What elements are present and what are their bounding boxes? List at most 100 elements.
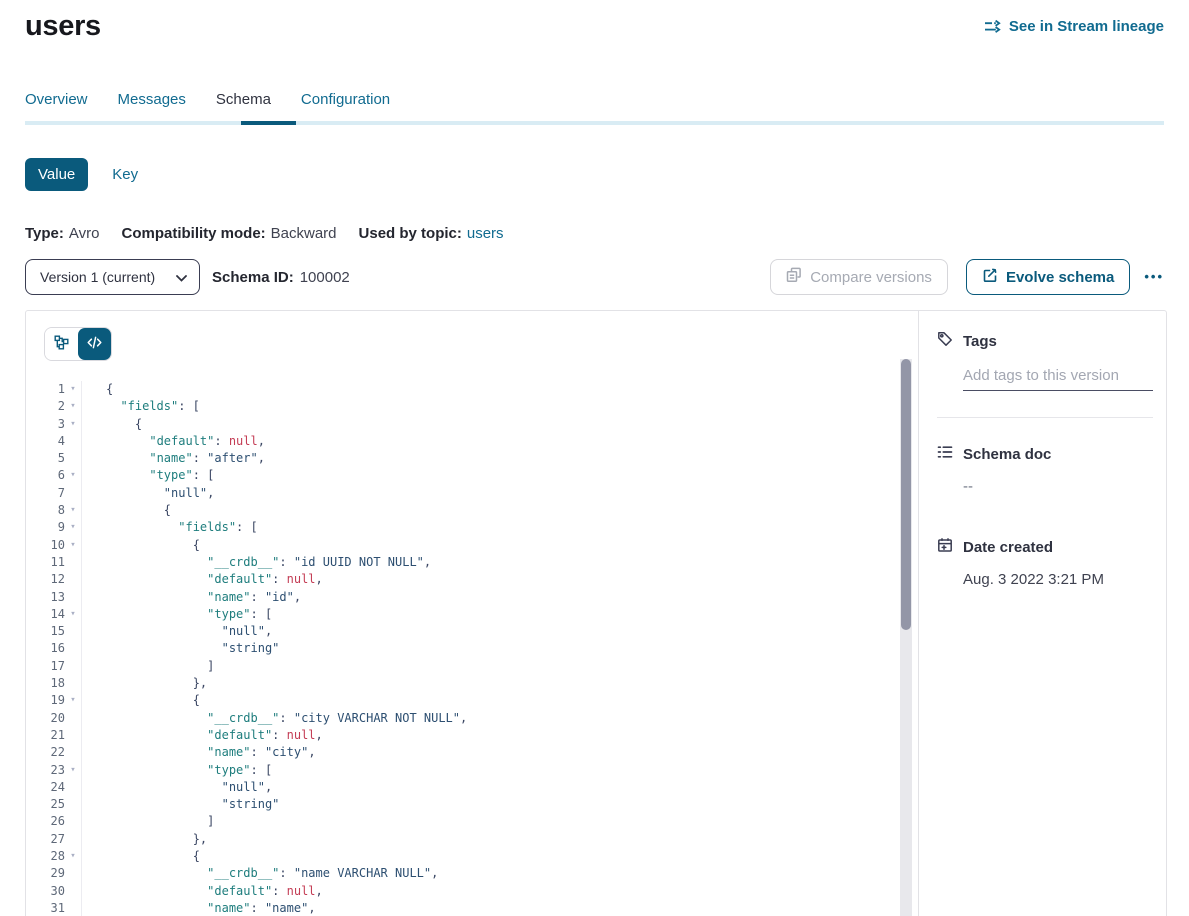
fold-toggle-icon[interactable]: ▾ bbox=[65, 467, 81, 484]
tab-underline-track bbox=[25, 121, 1164, 125]
tag-icon bbox=[937, 331, 953, 351]
line-number: 15 bbox=[26, 623, 65, 640]
line-number: 12 bbox=[26, 571, 65, 588]
code-line: 8▾{ bbox=[26, 502, 918, 519]
fold-spacer bbox=[65, 727, 81, 744]
stream-lineage-icon bbox=[984, 19, 1002, 34]
line-number: 17 bbox=[26, 658, 65, 675]
topic-link[interactable]: users bbox=[467, 225, 504, 242]
code-text: "type": [ bbox=[81, 467, 918, 484]
line-number: 25 bbox=[26, 796, 65, 813]
view-toggle-group bbox=[44, 327, 112, 361]
tab-overview[interactable]: Overview bbox=[25, 91, 88, 121]
line-number: 29 bbox=[26, 865, 65, 882]
compare-versions-label: Compare versions bbox=[810, 269, 932, 286]
date-created-title: Date created bbox=[963, 539, 1053, 556]
fold-spacer bbox=[65, 744, 81, 761]
code-text: { bbox=[81, 537, 918, 554]
code-text: "name": "id", bbox=[81, 589, 918, 606]
fold-toggle-icon[interactable]: ▾ bbox=[65, 381, 81, 398]
fold-spacer bbox=[65, 710, 81, 727]
code-view-button[interactable] bbox=[78, 328, 111, 360]
fold-toggle-icon[interactable]: ▾ bbox=[65, 848, 81, 865]
code-line: 14▾"type": [ bbox=[26, 606, 918, 623]
code-text: "name": "name", bbox=[81, 900, 918, 916]
fold-toggle-icon[interactable]: ▾ bbox=[65, 416, 81, 433]
tree-view-button[interactable] bbox=[45, 328, 78, 360]
code-line: 11"__crdb__": "id UUID NOT NULL", bbox=[26, 554, 918, 571]
used-by-topic: Used by topic: users bbox=[359, 225, 504, 242]
more-options-button[interactable]: ••• bbox=[1144, 259, 1164, 295]
tags-title: Tags bbox=[963, 333, 997, 350]
code-text: "__crdb__": "city VARCHAR NOT NULL", bbox=[81, 710, 918, 727]
fold-spacer bbox=[65, 571, 81, 588]
code-line: 20"__crdb__": "city VARCHAR NOT NULL", bbox=[26, 710, 918, 727]
fold-toggle-icon[interactable]: ▾ bbox=[65, 606, 81, 623]
schema-type: Type: Avro bbox=[25, 225, 99, 242]
edit-icon bbox=[982, 267, 998, 287]
code-text: { bbox=[81, 502, 918, 519]
fold-spacer bbox=[65, 450, 81, 467]
code-line: 5"name": "after", bbox=[26, 450, 918, 467]
schema-doc-section: Schema doc -- bbox=[937, 444, 1153, 495]
version-select[interactable]: Version 1 (current) bbox=[25, 259, 200, 295]
editor-scrollbar-track[interactable] bbox=[900, 359, 912, 916]
fold-toggle-icon[interactable]: ▾ bbox=[65, 502, 81, 519]
date-created-section: Date created Aug. 3 2022 3:21 PM bbox=[937, 537, 1153, 588]
add-tags-input[interactable] bbox=[963, 365, 1153, 391]
fold-spacer bbox=[65, 658, 81, 675]
editor-scrollbar-thumb[interactable] bbox=[901, 359, 911, 630]
fold-spacer bbox=[65, 796, 81, 813]
evolve-schema-button[interactable]: Evolve schema bbox=[966, 259, 1130, 295]
schema-id: Schema ID: 100002 bbox=[212, 269, 350, 286]
fold-spacer bbox=[65, 779, 81, 796]
topic-label: Used by topic: bbox=[359, 225, 462, 242]
line-number: 2 bbox=[26, 398, 65, 415]
code-text: "null", bbox=[81, 779, 918, 796]
code-text: "default": null, bbox=[81, 433, 918, 450]
fold-toggle-icon[interactable]: ▾ bbox=[65, 692, 81, 709]
code-line: 31"name": "name", bbox=[26, 900, 918, 916]
code-line: 17] bbox=[26, 658, 918, 675]
code-line: 7"null", bbox=[26, 485, 918, 502]
tab-bar: Overview Messages Schema Configuration bbox=[0, 91, 1189, 121]
code-line: 15"null", bbox=[26, 623, 918, 640]
code-text: "type": [ bbox=[81, 762, 918, 779]
value-tab-button[interactable]: Value bbox=[25, 158, 88, 191]
fold-toggle-icon[interactable]: ▾ bbox=[65, 762, 81, 779]
fold-toggle-icon[interactable]: ▾ bbox=[65, 519, 81, 536]
fold-spacer bbox=[65, 831, 81, 848]
stream-lineage-link[interactable]: See in Stream lineage bbox=[984, 18, 1164, 35]
line-number: 6 bbox=[26, 467, 65, 484]
sidebar-divider bbox=[937, 417, 1153, 418]
code-text: "type": [ bbox=[81, 606, 918, 623]
tab-configuration[interactable]: Configuration bbox=[301, 91, 390, 121]
fold-spacer bbox=[65, 883, 81, 900]
line-number: 3 bbox=[26, 416, 65, 433]
code-line: 29"__crdb__": "name VARCHAR NULL", bbox=[26, 865, 918, 882]
code-text: ] bbox=[81, 813, 918, 830]
code-text: "string" bbox=[81, 640, 918, 657]
code-text: { bbox=[81, 692, 918, 709]
line-number: 27 bbox=[26, 831, 65, 848]
line-number: 22 bbox=[26, 744, 65, 761]
code-line: 13"name": "id", bbox=[26, 589, 918, 606]
tab-messages[interactable]: Messages bbox=[118, 91, 186, 121]
code-line: 4"default": null, bbox=[26, 433, 918, 450]
fold-toggle-icon[interactable]: ▾ bbox=[65, 537, 81, 554]
key-tab-button[interactable]: Key bbox=[112, 166, 138, 183]
code-line: 28▾{ bbox=[26, 848, 918, 865]
list-icon bbox=[937, 444, 953, 464]
line-number: 28 bbox=[26, 848, 65, 865]
value-key-toggle: Value Key bbox=[25, 158, 1189, 191]
line-number: 24 bbox=[26, 779, 65, 796]
line-number: 23 bbox=[26, 762, 65, 779]
compat-label: Compatibility mode: bbox=[121, 225, 265, 242]
compare-versions-button[interactable]: Compare versions bbox=[770, 259, 948, 295]
fold-toggle-icon[interactable]: ▾ bbox=[65, 398, 81, 415]
code-editor[interactable]: 1▾{2▾"fields": [3▾{4"default": null,5"na… bbox=[26, 381, 918, 916]
code-line: 12"default": null, bbox=[26, 571, 918, 588]
code-line: 24 "null", bbox=[26, 779, 918, 796]
tab-schema[interactable]: Schema bbox=[216, 91, 271, 121]
tags-section: Tags bbox=[937, 331, 1153, 391]
